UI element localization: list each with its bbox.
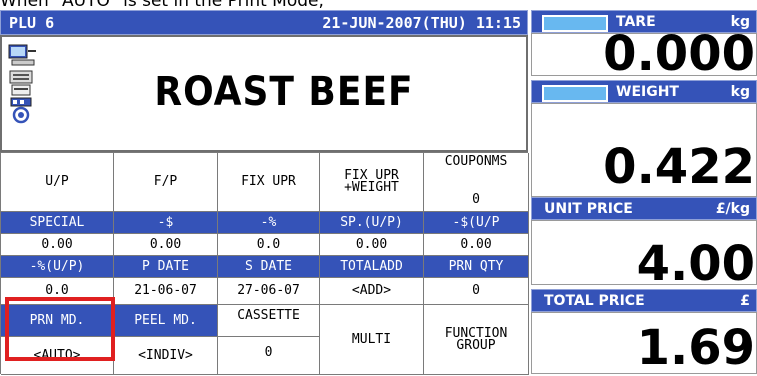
readout-panel: TARE kg 0.000 WEIGHT kg 0.422 UNIT PRICE… xyxy=(531,10,757,374)
printer-icon xyxy=(9,70,33,96)
minus-dollar-up-value[interactable]: 0.00 xyxy=(424,234,529,256)
title-bar: PLU 6 21-JUN-2007(THU) 11:15 xyxy=(0,10,528,35)
coupons-value: 0 xyxy=(472,192,480,207)
minus-percent-label: -% xyxy=(218,212,320,234)
minus-percent-up-label: -%(U/P) xyxy=(1,256,114,278)
minus-dollar-value[interactable]: 0.00 xyxy=(114,234,218,256)
minus-percent-up-value[interactable]: 0.0 xyxy=(1,278,114,305)
sell-date-label: S DATE xyxy=(218,256,320,278)
fix-upr-key[interactable]: FIX UPR xyxy=(218,153,320,212)
weight-value: 0.422 xyxy=(603,139,755,195)
date-time: 21-JUN-2007(THU) 11:15 xyxy=(322,14,521,32)
fix-upr-weight-line2: +WEIGHT xyxy=(344,180,399,195)
print-qty-label: PRN QTY xyxy=(424,256,529,278)
weight-unit: kg xyxy=(730,84,750,100)
unit-price-value: 4.00 xyxy=(636,236,755,292)
peel-mode-label: PEEL MD. xyxy=(114,305,218,337)
caption-text: When "AUTO" is set in the Print Mode, xyxy=(0,0,324,11)
special-up-label: SP.(U/P) xyxy=(320,212,424,234)
unit-price-label: UNIT PRICE xyxy=(544,201,633,217)
minus-percent-value[interactable]: 0.0 xyxy=(218,234,320,256)
coupons-label: COUPONMS xyxy=(444,154,508,169)
special-label: SPECIAL xyxy=(1,212,114,234)
unit-price-unit: £/kg xyxy=(715,201,750,217)
item-name: ROAST BEEF xyxy=(154,69,414,115)
peel-mode-value[interactable]: <INDIV> xyxy=(114,337,218,375)
special-up-value[interactable]: 0.00 xyxy=(320,234,424,256)
print-mode-value[interactable]: <AUTO> xyxy=(1,337,114,375)
total-price-value: 1.69 xyxy=(636,320,755,376)
print-mode-label: PRN MD. xyxy=(1,305,114,337)
item-name-panel: ROAST BEEF xyxy=(0,35,528,152)
total-price-unit: £ xyxy=(740,293,750,309)
function-group-line2: GROUP xyxy=(456,337,496,353)
tare-value: 0.000 xyxy=(603,26,755,82)
scale-screen: PLU 6 21-JUN-2007(THU) 11:15 ROAST BEEF … xyxy=(0,10,757,375)
sell-date-value[interactable]: 27-06-07 xyxy=(218,278,320,305)
cassette-value[interactable]: 0 xyxy=(218,337,320,375)
unit-price-header: UNIT PRICE £/kg xyxy=(531,197,757,220)
total-add-label: TOTALADD xyxy=(320,256,424,278)
cassette-label: CASSETTE xyxy=(218,305,320,337)
total-price-header: TOTAL PRICE £ xyxy=(531,289,757,312)
plu-number: PLU 6 xyxy=(9,14,55,32)
status-icons xyxy=(8,43,38,143)
fix-upr-weight-key[interactable]: FIX UPR +WEIGHT xyxy=(320,153,424,212)
weight-label: WEIGHT xyxy=(616,84,679,100)
network-icon xyxy=(10,97,32,124)
weight-header: WEIGHT kg xyxy=(531,80,757,103)
function-grid: U/P F/P FIX UPR FIX UPR +WEIGHT COUPONMS… xyxy=(0,152,529,375)
total-add-value[interactable]: <ADD> xyxy=(320,278,424,305)
computer-icon xyxy=(8,44,36,66)
minus-dollar-up-label: -$(U/P xyxy=(424,212,529,234)
total-price-label: TOTAL PRICE xyxy=(544,293,645,309)
pack-date-label: P DATE xyxy=(114,256,218,278)
minus-dollar-label: -$ xyxy=(114,212,218,234)
weight-indicator xyxy=(542,85,608,102)
function-group-key[interactable]: FUNCTION GROUP xyxy=(424,305,529,375)
fixed-price-key[interactable]: F/P xyxy=(114,153,218,212)
print-qty-value[interactable]: 0 xyxy=(424,278,529,305)
multi-key[interactable]: MULTI xyxy=(320,305,424,375)
special-value[interactable]: 0.00 xyxy=(1,234,114,256)
coupons-key[interactable]: COUPONMS 0 xyxy=(424,153,529,212)
unit-price-key[interactable]: U/P xyxy=(1,153,114,212)
pack-date-value[interactable]: 21-06-07 xyxy=(114,278,218,305)
